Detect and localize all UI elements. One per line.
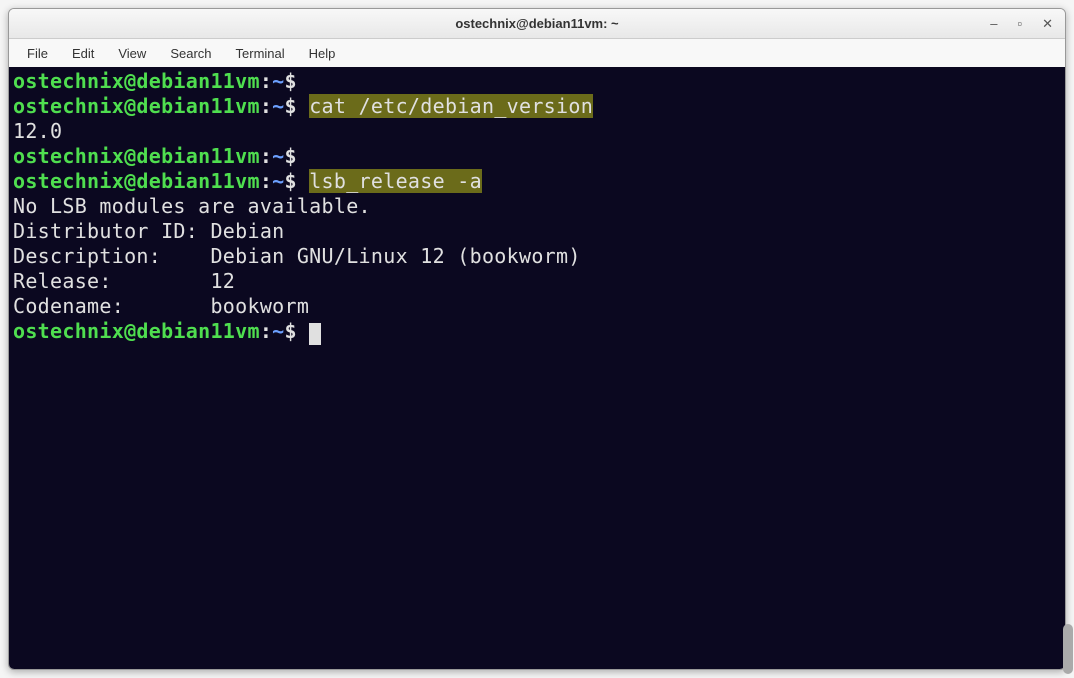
prompt-colon: :	[260, 94, 272, 118]
prompt-colon: :	[260, 169, 272, 193]
output-text: No LSB modules are available.	[13, 194, 371, 218]
prompt-symbol: $	[285, 94, 310, 118]
prompt-path: ~	[272, 319, 284, 343]
menu-terminal[interactable]: Terminal	[226, 42, 295, 65]
prompt-user: ostechnix@debian11vm	[13, 69, 260, 93]
output-text: Codename: bookworm	[13, 294, 309, 318]
menubar: File Edit View Search Terminal Help	[9, 39, 1065, 67]
output-text: Distributor ID: Debian	[13, 219, 285, 243]
prompt-user: ostechnix@debian11vm	[13, 319, 260, 343]
output-line: Release: 12	[13, 269, 1061, 294]
prompt-path: ~	[272, 144, 284, 168]
prompt-user: ostechnix@debian11vm	[13, 169, 260, 193]
prompt-colon: :	[260, 319, 272, 343]
menu-edit[interactable]: Edit	[62, 42, 104, 65]
prompt-colon: :	[260, 69, 272, 93]
output-line: Distributor ID: Debian	[13, 219, 1061, 244]
menu-search[interactable]: Search	[160, 42, 221, 65]
prompt-user: ostechnix@debian11vm	[13, 94, 260, 118]
maximize-button[interactable]: ▫	[1011, 15, 1028, 32]
menu-help[interactable]: Help	[299, 42, 346, 65]
output-text: 12.0	[13, 119, 62, 143]
output-text: Release: 12	[13, 269, 235, 293]
prompt-line: ostechnix@debian11vm:~$	[13, 69, 1061, 94]
terminal-area[interactable]: ostechnix@debian11vm:~$ ostechnix@debian…	[9, 67, 1065, 669]
window-controls: – ▫ ✕	[984, 15, 1059, 32]
prompt-path: ~	[272, 69, 284, 93]
prompt-line: ostechnix@debian11vm:~$ cat /etc/debian_…	[13, 94, 1061, 119]
titlebar[interactable]: ostechnix@debian11vm: ~ – ▫ ✕	[9, 9, 1065, 39]
prompt-symbol: $	[285, 144, 310, 168]
prompt-symbol: $	[285, 169, 310, 193]
output-line: Codename: bookworm	[13, 294, 1061, 319]
output-line: No LSB modules are available.	[13, 194, 1061, 219]
cursor	[309, 323, 321, 345]
menu-file[interactable]: File	[17, 42, 58, 65]
terminal-window: ostechnix@debian11vm: ~ – ▫ ✕ File Edit …	[8, 8, 1066, 670]
prompt-path: ~	[272, 169, 284, 193]
close-button[interactable]: ✕	[1036, 15, 1059, 32]
prompt-symbol: $	[285, 319, 310, 343]
prompt-line: ostechnix@debian11vm:~$	[13, 144, 1061, 169]
prompt-line: ostechnix@debian11vm:~$	[13, 319, 1061, 344]
menu-view[interactable]: View	[108, 42, 156, 65]
window-title: ostechnix@debian11vm: ~	[455, 16, 618, 31]
prompt-user: ostechnix@debian11vm	[13, 144, 260, 168]
output-line: Description: Debian GNU/Linux 12 (bookwo…	[13, 244, 1061, 269]
prompt-symbol: $	[285, 69, 310, 93]
scrollbar-thumb[interactable]	[1063, 624, 1073, 674]
output-line: 12.0	[13, 119, 1061, 144]
prompt-line: ostechnix@debian11vm:~$ lsb_release -a	[13, 169, 1061, 194]
prompt-colon: :	[260, 144, 272, 168]
output-text: Description: Debian GNU/Linux 12 (bookwo…	[13, 244, 581, 268]
minimize-button[interactable]: –	[984, 15, 1003, 32]
command-text: lsb_release -a	[309, 169, 482, 193]
command-text: cat /etc/debian_version	[309, 94, 593, 118]
prompt-path: ~	[272, 94, 284, 118]
